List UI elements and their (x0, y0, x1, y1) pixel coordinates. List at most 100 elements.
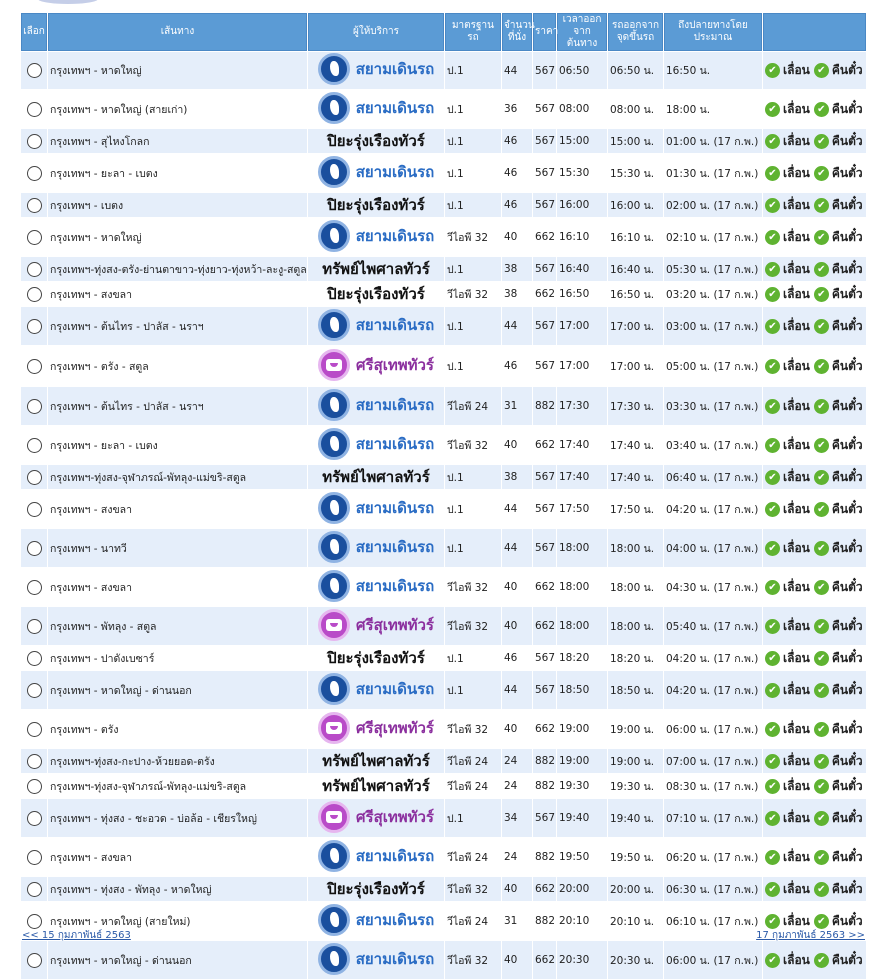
select-radio[interactable] (26, 810, 42, 826)
select-radio[interactable] (26, 881, 42, 897)
refund-button[interactable]: ✔ คืนตั๋ว (813, 468, 863, 487)
select-radio[interactable] (26, 618, 42, 634)
select-radio[interactable] (26, 579, 42, 595)
refund-button[interactable]: ✔ คืนตั๋ว (813, 132, 863, 151)
select-radio[interactable] (26, 165, 42, 181)
select-radio[interactable] (26, 197, 42, 213)
select-radio[interactable] (26, 286, 42, 302)
refund-button[interactable]: ✔ คืนตั๋ว (813, 720, 863, 739)
move-label: เลื่อน (783, 398, 810, 413)
select-radio[interactable] (26, 682, 42, 698)
select-radio[interactable] (26, 501, 42, 517)
select-radio[interactable] (26, 398, 42, 414)
refund-button[interactable]: ✔ คืนตั๋ว (813, 285, 863, 304)
arrive-cell: 06:00 น. (17 ก.พ.) (664, 941, 762, 979)
provider-cell: สยามเดินรถ (308, 52, 444, 89)
refund-button[interactable]: ✔ คืนตั๋ว (813, 61, 863, 80)
refund-button[interactable]: ✔ คืนตั๋ว (813, 196, 863, 215)
select-radio[interactable] (26, 469, 42, 485)
move-button[interactable]: ✔ เลื่อน (765, 436, 810, 455)
pickup-cell: 16:00 น. (608, 193, 663, 217)
check-circle-icon: ✔ (765, 721, 780, 737)
refund-button[interactable]: ✔ คืนตั๋ว (813, 228, 863, 247)
move-button[interactable]: ✔ เลื่อน (765, 809, 810, 828)
move-button[interactable]: ✔ เลื่อน (765, 649, 810, 668)
actions-cell: ✔ เลื่อน ✔ คืนตั๋ว (763, 710, 866, 748)
move-button[interactable]: ✔ เลื่อน (765, 317, 810, 336)
select-radio[interactable] (26, 540, 42, 556)
siam-emblem-icon (317, 91, 350, 124)
move-button[interactable]: ✔ เลื่อน (765, 880, 810, 899)
select-radio[interactable] (26, 101, 42, 117)
select-radio[interactable] (26, 753, 42, 769)
select-radio[interactable] (26, 650, 42, 666)
move-button[interactable]: ✔ เลื่อน (765, 260, 810, 279)
refund-button[interactable]: ✔ คืนตั๋ว (813, 880, 863, 899)
move-button[interactable]: ✔ เลื่อน (765, 720, 810, 739)
depart-cell: 15:30 (557, 154, 607, 192)
move-button[interactable]: ✔ เลื่อน (765, 164, 810, 183)
refund-button[interactable]: ✔ คืนตั๋ว (813, 260, 863, 279)
select-radio[interactable] (26, 261, 42, 277)
depart-cell: 18:50 (557, 671, 607, 709)
move-button[interactable]: ✔ เลื่อน (765, 848, 810, 867)
check-circle-icon: ✔ (813, 778, 829, 794)
move-button[interactable]: ✔ เลื่อน (765, 285, 810, 304)
move-button[interactable]: ✔ เลื่อน (765, 578, 810, 597)
select-cell (21, 465, 47, 489)
select-radio[interactable] (26, 229, 42, 245)
move-button[interactable]: ✔ เลื่อน (765, 951, 810, 970)
refund-button[interactable]: ✔ คืนตั๋ว (813, 617, 863, 636)
move-button[interactable]: ✔ เลื่อน (765, 61, 810, 80)
select-radio[interactable] (26, 952, 42, 968)
refund-button[interactable]: ✔ คืนตั๋ว (813, 164, 863, 183)
move-label: เลื่อน (783, 197, 810, 212)
refund-button[interactable]: ✔ คืนตั๋ว (813, 848, 863, 867)
select-radio[interactable] (26, 63, 42, 78)
refund-button[interactable]: ✔ คืนตั๋ว (813, 500, 863, 519)
refund-button[interactable]: ✔ คืนตั๋ว (813, 436, 863, 455)
select-radio[interactable] (26, 318, 42, 334)
select-radio[interactable] (26, 849, 42, 865)
refund-button[interactable]: ✔ คืนตั๋ว (813, 777, 863, 796)
refund-button[interactable]: ✔ คืนตั๋ว (813, 681, 863, 700)
select-radio[interactable] (26, 437, 42, 453)
move-button[interactable]: ✔ เลื่อน (765, 357, 810, 376)
refund-button[interactable]: ✔ คืนตั๋ว (813, 100, 863, 119)
refund-button[interactable]: ✔ คืนตั๋ว (813, 317, 863, 336)
move-button[interactable]: ✔ เลื่อน (765, 777, 810, 796)
move-button[interactable]: ✔ เลื่อน (765, 228, 810, 247)
move-button[interactable]: ✔ เลื่อน (765, 100, 810, 119)
move-button[interactable]: ✔ เลื่อน (765, 468, 810, 487)
pickup-cell: 17:00 น. (608, 346, 663, 386)
move-button[interactable]: ✔ เลื่อน (765, 681, 810, 700)
refund-button[interactable]: ✔ คืนตั๋ว (813, 809, 863, 828)
provider-cell: ปิยะรุ่งเรืองทัวร์ (308, 646, 444, 670)
select-radio[interactable] (26, 133, 42, 149)
refund-button[interactable]: ✔ คืนตั๋ว (813, 578, 863, 597)
route-cell: กรุงเทพฯ - ทุ่งสง - พัทลุง - หาดใหญ่ (48, 877, 307, 901)
select-radio[interactable] (26, 778, 42, 794)
price-cell: 567 (533, 257, 556, 281)
refund-button[interactable]: ✔ คืนตั๋ว (813, 539, 863, 558)
price-cell: 662 (533, 568, 556, 606)
refund-button[interactable]: ✔ คืนตั๋ว (813, 357, 863, 376)
select-radio[interactable] (26, 721, 42, 737)
check-circle-icon: ✔ (813, 165, 829, 181)
pickup-cell: 16:40 น. (608, 257, 663, 281)
siam-emblem-icon (317, 53, 350, 85)
move-button[interactable]: ✔ เลื่อน (765, 539, 810, 558)
move-button[interactable]: ✔ เลื่อน (765, 752, 810, 771)
refund-button[interactable]: ✔ คืนตั๋ว (813, 951, 863, 970)
move-button[interactable]: ✔ เลื่อน (765, 500, 810, 519)
move-button[interactable]: ✔ เลื่อน (765, 196, 810, 215)
select-radio[interactable] (26, 913, 42, 929)
move-button[interactable]: ✔ เลื่อน (765, 617, 810, 636)
refund-button[interactable]: ✔ คืนตั๋ว (813, 752, 863, 771)
move-button[interactable]: ✔ เลื่อน (765, 397, 810, 416)
refund-button[interactable]: ✔ คืนตั๋ว (813, 649, 863, 668)
select-radio[interactable] (26, 358, 42, 374)
refund-button[interactable]: ✔ คืนตั๋ว (813, 397, 863, 416)
actions-cell: ✔ เลื่อน ✔ คืนตั๋ว (763, 52, 866, 89)
move-button[interactable]: ✔ เลื่อน (765, 132, 810, 151)
